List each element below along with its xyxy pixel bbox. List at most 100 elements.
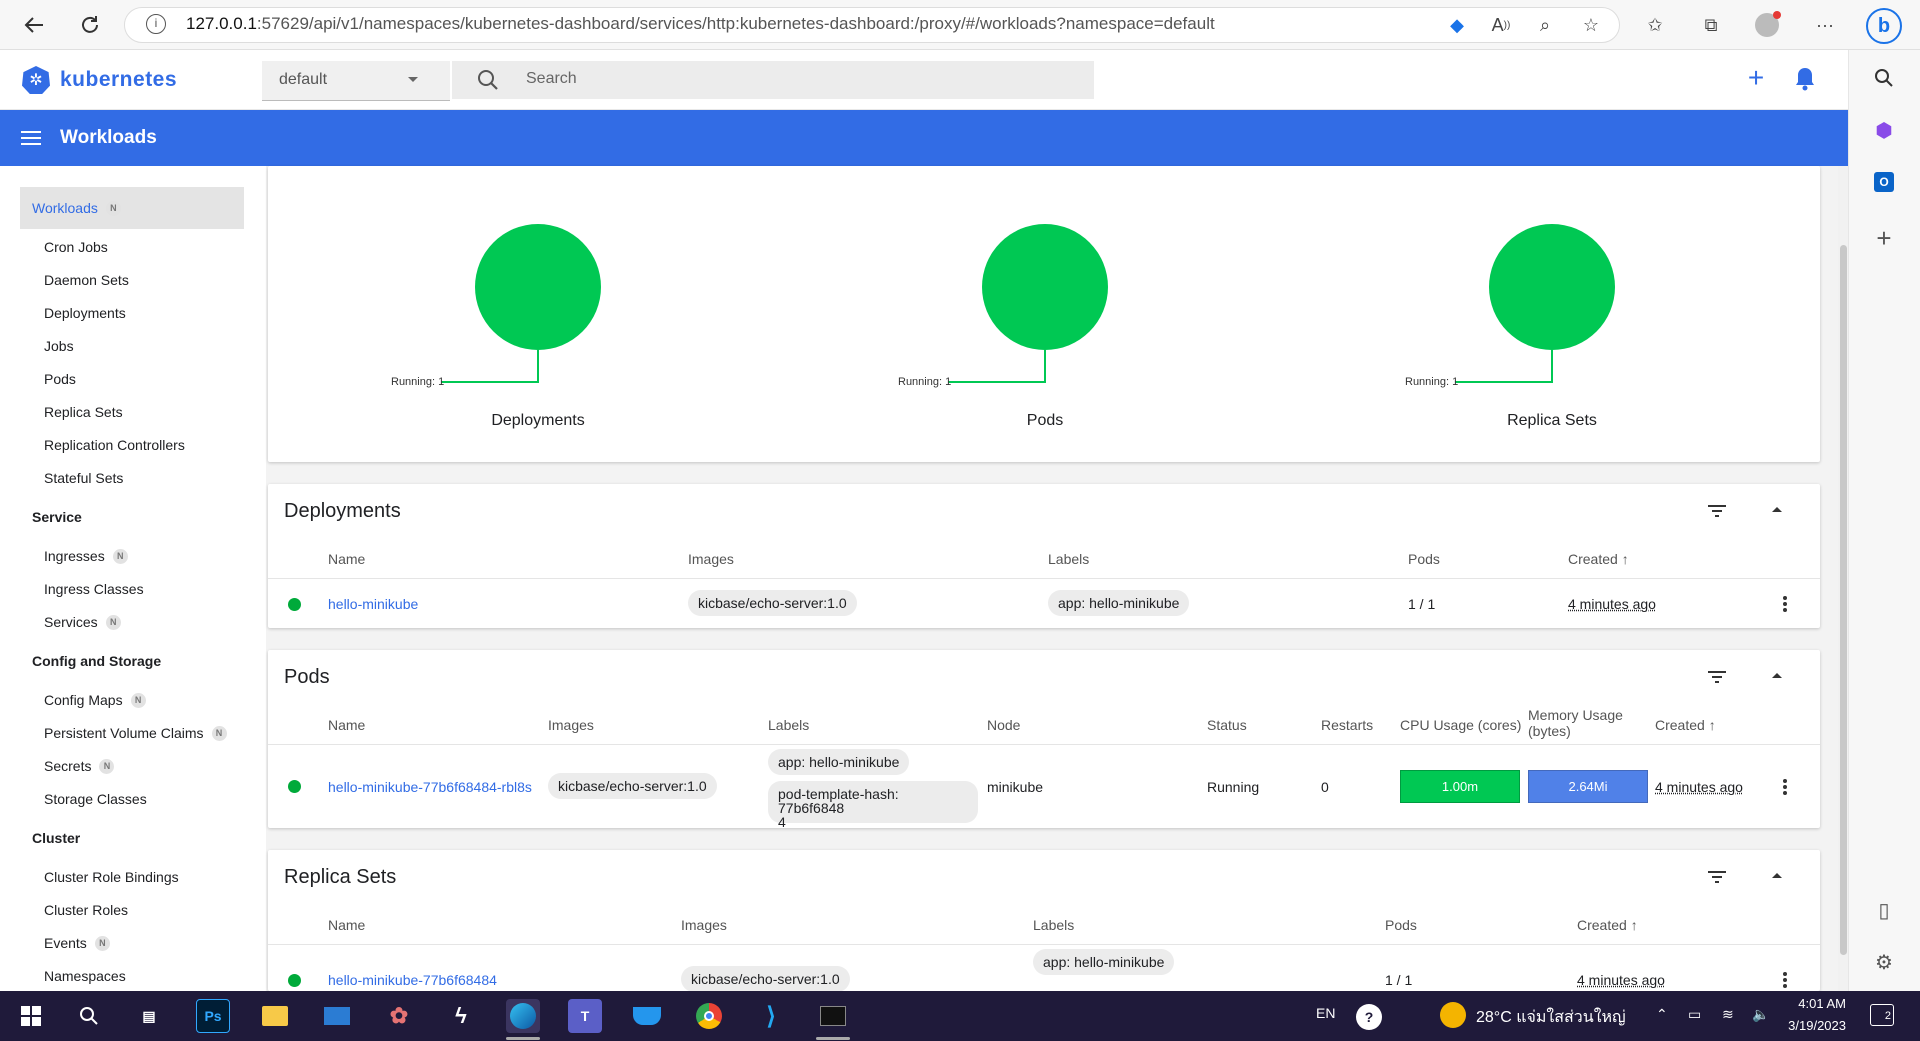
chart-running-label: Running: 1: [1405, 376, 1459, 388]
filter-icon[interactable]: [1707, 503, 1727, 519]
replica-set-name-link[interactable]: hello-minikube-77b6f68484: [328, 972, 497, 988]
weather-text[interactable]: 28°C แจ่มใสส่วนใหญ่: [1476, 1005, 1626, 1030]
battery-icon[interactable]: ▭: [1688, 1006, 1701, 1023]
paint-icon[interactable]: ✿: [382, 999, 416, 1033]
card-title-deployments: Deployments: [284, 500, 401, 522]
nav-item-cron-jobs[interactable]: Cron Jobs: [44, 239, 108, 255]
clock-time[interactable]: 4:01 AM: [1786, 996, 1846, 1011]
zoom-icon[interactable]: ⌕: [1532, 12, 1558, 38]
nav-item-stateful-sets[interactable]: Stateful Sets: [44, 470, 123, 486]
collapse-icon[interactable]: [1772, 873, 1782, 878]
row-actions-icon[interactable]: [1782, 777, 1788, 797]
notification-center-icon[interactable]: 2: [1870, 1004, 1894, 1026]
nav-item-pvc[interactable]: Persistent Volume Claims N: [44, 725, 227, 741]
sidebar-outlook-icon[interactable]: O: [1868, 166, 1900, 198]
bing-icon[interactable]: b: [1866, 8, 1902, 44]
filter-icon[interactable]: [1707, 669, 1727, 685]
back-icon[interactable]: [18, 9, 50, 41]
nav-item-daemon-sets[interactable]: Daemon Sets: [44, 272, 129, 288]
label-chip: app: hello-minikube: [768, 749, 910, 775]
chart-leader-line: [537, 350, 539, 382]
add-favorite-icon[interactable]: ☆: [1578, 12, 1604, 38]
create-resource-icon[interactable]: +: [1742, 64, 1770, 93]
language-indicator[interactable]: EN: [1316, 1005, 1335, 1021]
row-actions-icon[interactable]: [1782, 970, 1788, 990]
row-divider: [268, 578, 1820, 579]
collapse-icon[interactable]: [1772, 507, 1782, 512]
clock-date[interactable]: 3/19/2023: [1776, 1018, 1846, 1033]
tray-chevron-up-icon[interactable]: ⌃: [1656, 1006, 1668, 1023]
nav-item-cluster-roles[interactable]: Cluster Roles: [44, 902, 128, 918]
notifications-bell-icon[interactable]: [1793, 66, 1821, 94]
favorites-icon[interactable]: ✩: [1642, 12, 1668, 38]
nav-item-services[interactable]: Services N: [44, 614, 121, 630]
scrollbar-thumb[interactable]: [1840, 245, 1847, 955]
volume-icon[interactable]: 🔈: [1752, 1006, 1769, 1023]
status-ok-icon: [288, 974, 301, 987]
status-ok-icon: [288, 780, 301, 793]
nav-item-cluster-role-bindings[interactable]: Cluster Role Bindings: [44, 869, 179, 885]
card-title-pods: Pods: [284, 666, 330, 688]
pod-name-link[interactable]: hello-minikube-77b6f68484-rbl8s: [328, 779, 532, 795]
profile-icon[interactable]: [1754, 11, 1781, 38]
sidebar-discover-icon[interactable]: ⬢: [1868, 114, 1900, 146]
terminal-icon[interactable]: [816, 999, 850, 1033]
col-head-images: Images: [688, 551, 734, 567]
nav-item-deployments[interactable]: Deployments: [44, 305, 126, 321]
refresh-icon[interactable]: [74, 9, 106, 41]
chart-running-label: Running: 1: [898, 376, 952, 388]
col-head-created[interactable]: Created ↑: [1568, 551, 1629, 567]
info-icon[interactable]: i: [146, 14, 166, 34]
nav-section-config-storage[interactable]: Config and Storage: [32, 653, 161, 669]
collapse-icon[interactable]: [1772, 673, 1782, 678]
sidebar-add-icon[interactable]: +: [1868, 222, 1900, 254]
nav-item-events[interactable]: Events N: [44, 935, 110, 951]
new-badge: N: [105, 200, 121, 216]
url-text[interactable]: 127.0.0.1:57629/api/v1/namespaces/kubern…: [186, 14, 1215, 34]
file-explorer-icon[interactable]: [258, 999, 292, 1033]
nav-item-jobs[interactable]: Jobs: [44, 338, 74, 354]
nav-item-config-maps[interactable]: Config Maps N: [44, 692, 146, 708]
docker-icon[interactable]: [630, 999, 664, 1033]
nav-item-secrets[interactable]: Secrets N: [44, 758, 115, 774]
task-view-icon[interactable]: ▤: [132, 999, 166, 1033]
edge-icon[interactable]: [506, 999, 540, 1033]
col-head-created[interactable]: Created ↑: [1655, 717, 1716, 733]
taskbar-search-icon[interactable]: [72, 999, 106, 1033]
mail-icon[interactable]: [320, 999, 354, 1033]
help-icon[interactable]: ?: [1356, 1004, 1382, 1030]
wifi-icon[interactable]: ≋: [1722, 1006, 1734, 1023]
col-head-created[interactable]: Created ↑: [1577, 917, 1638, 933]
hamburger-menu-icon[interactable]: [20, 128, 42, 148]
windows-start-icon[interactable]: [14, 999, 48, 1033]
nav-section-cluster[interactable]: Cluster: [32, 830, 80, 846]
row-actions-icon[interactable]: [1782, 594, 1788, 614]
nav-section-service[interactable]: Service: [32, 509, 82, 525]
sidebar-settings-icon[interactable]: ⚙: [1868, 946, 1900, 978]
nav-item-replica-sets[interactable]: Replica Sets: [44, 404, 123, 420]
sidebar-search-icon[interactable]: [1868, 62, 1900, 94]
col-head-status: Status: [1207, 717, 1247, 733]
tag-icon[interactable]: ◆: [1444, 12, 1470, 38]
filter-icon[interactable]: [1707, 869, 1727, 885]
sidebar-split-icon[interactable]: ▯: [1868, 894, 1900, 926]
nav-item-ingresses[interactable]: Ingresses N: [44, 548, 128, 564]
vscode-icon[interactable]: ⟩: [754, 999, 788, 1033]
teams-icon[interactable]: T: [568, 999, 602, 1033]
nav-item-workloads[interactable]: Workloads N: [32, 200, 121, 216]
read-aloud-icon[interactable]: A)): [1488, 12, 1514, 38]
restart-count: 0: [1321, 779, 1329, 795]
app-logo-text[interactable]: kubernetes: [60, 68, 177, 92]
chrome-icon[interactable]: [692, 999, 726, 1033]
deployment-name-link[interactable]: hello-minikube: [328, 596, 418, 612]
nav-item-replication-controllers[interactable]: Replication Controllers: [44, 437, 185, 453]
photoshop-icon[interactable]: Ps: [196, 999, 230, 1033]
more-icon[interactable]: ···: [1812, 12, 1838, 38]
collections-icon[interactable]: ⧉: [1698, 12, 1724, 38]
nav-item-pods[interactable]: Pods: [44, 371, 76, 387]
nav-item-namespaces[interactable]: Namespaces: [44, 968, 126, 984]
bolt-app-icon[interactable]: ϟ: [444, 999, 478, 1033]
label-chip: pod-template-hash: 77b6f6848 4: [768, 781, 978, 829]
nav-item-storage-classes[interactable]: Storage Classes: [44, 791, 147, 807]
nav-item-ingress-classes[interactable]: Ingress Classes: [44, 581, 144, 597]
